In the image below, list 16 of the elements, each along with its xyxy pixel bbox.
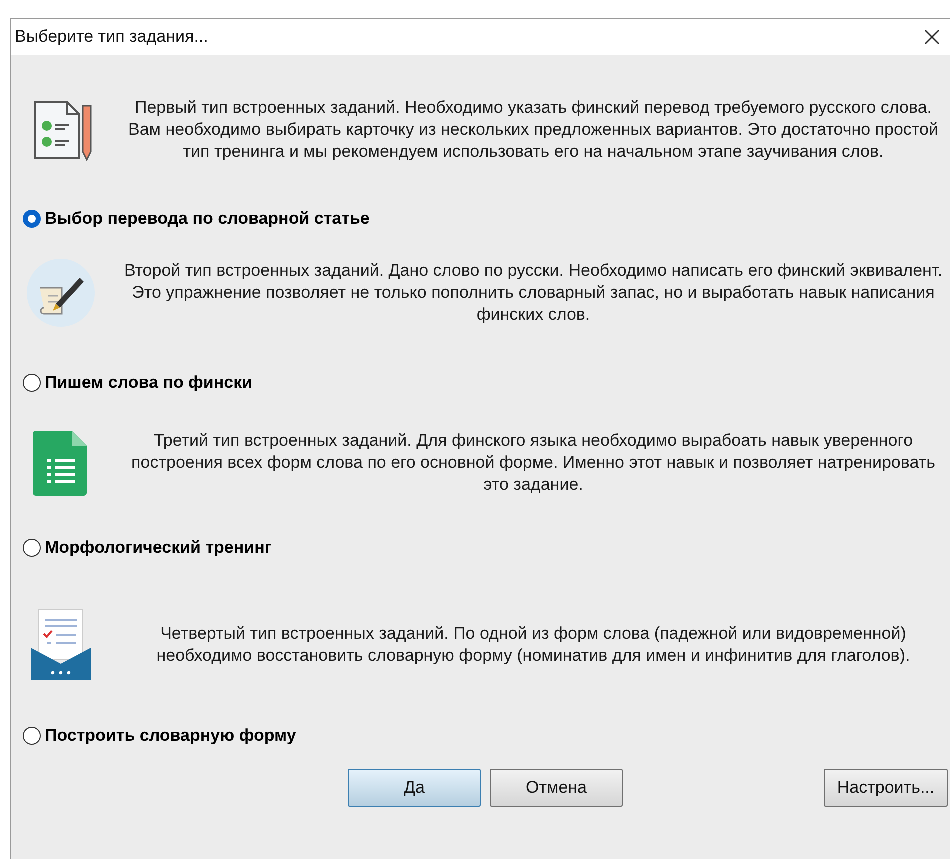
- spreadsheet-icon: [33, 429, 89, 497]
- task-description: Третий тип встроенных заданий. Для финского языка необходимо вырабоать навык уверенного построения всех форм слова по его основной форме. Именно этот навык и позволяет натренировать это задание.: [130, 430, 936, 496]
- task-type-radio[interactable]: Пишем слова по фински: [11, 353, 950, 413]
- cancel-button[interactable]: Отмена: [490, 769, 623, 807]
- task-description: Четвертый тип встроенных заданий. По одной из форм слова (падежной или видовременной) необходимо восстановить словарную форму (номинатив для имен и инфинитив для глаголов).: [156, 623, 912, 667]
- task-type-radio[interactable]: Выбор перевода по словарной статье: [11, 205, 950, 233]
- task-description: Первый тип встроенных заданий. Необходимо указать финский перевод требуемого русского слова. Вам необходимо выбирать карточку из нескольких предложенных вариантов. Это достаточно простой тип тренинга и мы рекомендуем использовать его на начальном этапе заучивания слов.: [128, 97, 940, 163]
- close-button[interactable]: ×: [918, 23, 946, 51]
- task-description: Второй тип встроенных заданий. Дано слово по русски. Необходимо написать его финский эквивалент. Это упражнение позволяет не только пополнить словарный запас, но и выработать навык написания финских слов.: [123, 260, 944, 326]
- task-type-radio[interactable]: Морфологический тренинг: [11, 513, 950, 583]
- ok-button[interactable]: Да: [348, 769, 481, 807]
- quill-icon: [26, 258, 96, 328]
- letter-envelope-icon: [29, 608, 93, 682]
- setup-button[interactable]: Настроить...: [824, 769, 948, 807]
- task-type-radio[interactable]: Построить словарную форму: [11, 707, 950, 765]
- window-title: Выберите тип задания...: [15, 27, 208, 47]
